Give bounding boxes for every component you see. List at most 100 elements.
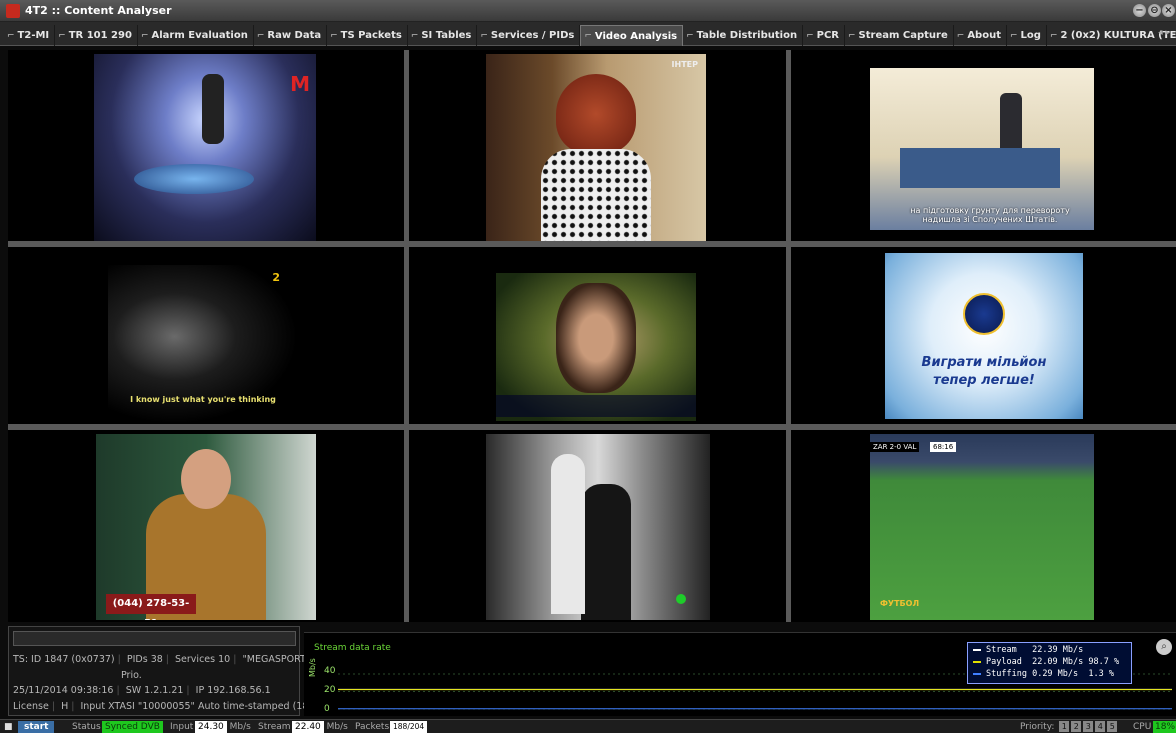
- signal-indicator: [676, 594, 686, 604]
- tab-pin-icon: ⌐: [140, 30, 149, 41]
- subtitle-text: I know just what you're thinking: [130, 395, 276, 404]
- tab-t2-mi[interactable]: ⌐ T2-MI: [4, 25, 56, 46]
- tab-pin-icon: ⌐: [7, 30, 15, 41]
- tab-si-tables[interactable]: ⌐ SI Tables: [408, 25, 478, 46]
- video-tile-2[interactable]: ІНТЕР: [409, 50, 786, 241]
- ip-address: IP 192.168.56.1: [195, 685, 271, 696]
- video-frame: ІНТЕР: [486, 54, 706, 241]
- tab-pin-icon: ⌐: [1009, 30, 1018, 41]
- video-tile-3[interactable]: на підготовку грунту для перевороту нади…: [791, 50, 1176, 241]
- tab-video-analysis[interactable]: ⌐ Video Analysis: [580, 25, 684, 46]
- tab-raw-data[interactable]: ⌐ Raw Data: [254, 25, 328, 46]
- score-box: ZAR 2-0 VAL: [870, 442, 920, 452]
- network-name: "MEGASPORT: [242, 654, 306, 665]
- restore-button[interactable]: ⊖: [1148, 4, 1161, 17]
- graph-y-axis-label: Mb/s: [308, 658, 317, 677]
- video-tile-1[interactable]: M: [8, 50, 404, 241]
- lottery-logo: [963, 293, 1005, 335]
- tab-about[interactable]: ⌐ About: [954, 25, 1007, 46]
- stage-light: [134, 164, 254, 194]
- man-suit: [581, 484, 631, 620]
- tab-log[interactable]: ⌐ Log: [1007, 25, 1047, 46]
- tab-tr-101-290[interactable]: ⌐ TR 101 290: [55, 25, 138, 46]
- tab-label: Log: [1020, 30, 1041, 41]
- tab-pin-icon: ⌐: [58, 30, 66, 41]
- promo-line-1: Виграти мільйон: [921, 355, 1047, 370]
- start-button[interactable]: start: [18, 721, 55, 733]
- office-table: [900, 148, 1060, 188]
- tab-list: ⌐ T2-MI ⌐ TR 101 290 ⌐ Alarm Evaluation ⌐ Raw D…: [4, 25, 1176, 46]
- video-tile-5[interactable]: [409, 247, 786, 424]
- tab-label: SI Tables: [421, 30, 472, 41]
- tab-pin-icon: ⌐: [410, 30, 419, 41]
- tab-label: Table Distribution: [696, 30, 798, 41]
- license-label: License: [13, 701, 49, 712]
- video-frame: (044) 278-53-51: [96, 434, 316, 620]
- video-grid: M ІНТЕР на підготовку грунту для перевор…: [8, 50, 1176, 622]
- priority-label: Prio.: [121, 670, 142, 681]
- zoom-icon[interactable]: ⌕: [1156, 639, 1172, 655]
- video-tile-6[interactable]: Виграти мільйон тепер легше!: [791, 247, 1176, 424]
- status-value: Synced DVB: [102, 721, 163, 733]
- video-frame: на підготовку грунту для перевороту нади…: [870, 68, 1094, 230]
- tab-ts-packets[interactable]: ⌐ TS Packets: [327, 25, 408, 46]
- input-rate: 24.30 Mb/s: [195, 721, 251, 733]
- info-header-field: [13, 631, 296, 646]
- video-tile-8[interactable]: [409, 430, 786, 622]
- status-bar: ■ start Status Synced DVB Input 24.30 Mb…: [0, 719, 1176, 733]
- legend-payload: Payload 22.09 Mb/s 98.7 %: [973, 657, 1126, 669]
- tab-pin-icon: ⌐: [806, 30, 814, 41]
- tab-pcr[interactable]: ⌐ PCR: [803, 25, 845, 46]
- packets-label: Packets: [355, 722, 390, 732]
- video-tile-9[interactable]: ZAR 2-0 VAL 68:16 ФУТБОЛ: [791, 430, 1176, 622]
- tab-pin-icon: ⌐: [480, 30, 488, 41]
- minimize-button[interactable]: −: [1133, 4, 1146, 17]
- video-frame: [496, 273, 696, 421]
- tab-label: TR 101 290: [68, 30, 132, 41]
- pids-count: PIDs 38: [126, 654, 163, 665]
- legend-swatch: [973, 672, 981, 675]
- channel-logo-futbol: ФУТБОЛ: [880, 599, 920, 608]
- software-version: SW 1.2.1.21: [125, 685, 184, 696]
- man-head: [181, 449, 231, 509]
- priority-5-button[interactable]: 5: [1107, 721, 1118, 732]
- status-label: Status: [72, 722, 101, 732]
- cpu-label: CPU: [1133, 722, 1152, 732]
- video-tile-7[interactable]: (044) 278-53-51: [8, 430, 404, 622]
- priority-controls: Priority: 12345: [1020, 721, 1118, 733]
- tab-table-distribution[interactable]: ⌐ Table Distribution: [683, 25, 804, 46]
- tab-services-pids[interactable]: ⌐ Services / PIDs: [477, 25, 581, 46]
- performer-figure: [202, 74, 224, 144]
- legend-stuffing: Stuffing 0.29 Mb/s 1.3 %: [973, 669, 1126, 681]
- priority-2-button[interactable]: 2: [1071, 721, 1082, 732]
- legend-swatch: [973, 660, 981, 663]
- priority-4-button[interactable]: 4: [1095, 721, 1106, 732]
- title-bar: 4T2 :: Content Analyser − ⊖ ×: [0, 0, 1176, 22]
- ts-id: TS: ID 1847 (0x0737): [13, 654, 115, 665]
- video-tile-4[interactable]: 2 I know just what you're thinking: [8, 247, 404, 424]
- presenter-hair: [556, 74, 636, 154]
- close-button[interactable]: ×: [1162, 4, 1175, 17]
- tab-pin-icon: ⌐: [330, 30, 338, 41]
- tab-stream-capture[interactable]: ⌐ Stream Capture: [845, 25, 954, 46]
- y-tick-40: 40: [324, 666, 336, 676]
- stream-label: Stream: [258, 722, 291, 732]
- video-frame: 2 I know just what you're thinking: [108, 265, 298, 424]
- promo-line-2: тепер легше!: [933, 373, 1035, 388]
- date-time: 25/11/2014 09:38:16: [13, 685, 114, 696]
- tab-scroll-arrows[interactable]: ◂ ▸: [1158, 28, 1170, 38]
- phone-number-banner: (044) 278-53-51: [106, 594, 196, 620]
- tab-label: PCR: [816, 30, 839, 41]
- stream-rate: 22.40 Mb/s: [292, 721, 348, 733]
- video-frame: Виграти мільйон тепер легше!: [885, 253, 1083, 419]
- priority-1-button[interactable]: 1: [1059, 721, 1070, 732]
- polka-dot-dress: [541, 149, 651, 241]
- window-title: 4T2 :: Content Analyser: [25, 4, 172, 17]
- start-icon: ■: [4, 722, 13, 732]
- tab-pin-icon: ⌐: [956, 30, 965, 41]
- tab-2-0x2-kultura-test[interactable]: ⌐2 (0x2) KULTURA (TEST): [1047, 25, 1176, 46]
- tab-alarm-evaluation[interactable]: ⌐ Alarm Evaluation: [138, 25, 254, 46]
- y-tick-0: 0: [324, 704, 330, 714]
- priority-3-button[interactable]: 3: [1083, 721, 1094, 732]
- tab-pin-icon: ⌐: [256, 30, 265, 41]
